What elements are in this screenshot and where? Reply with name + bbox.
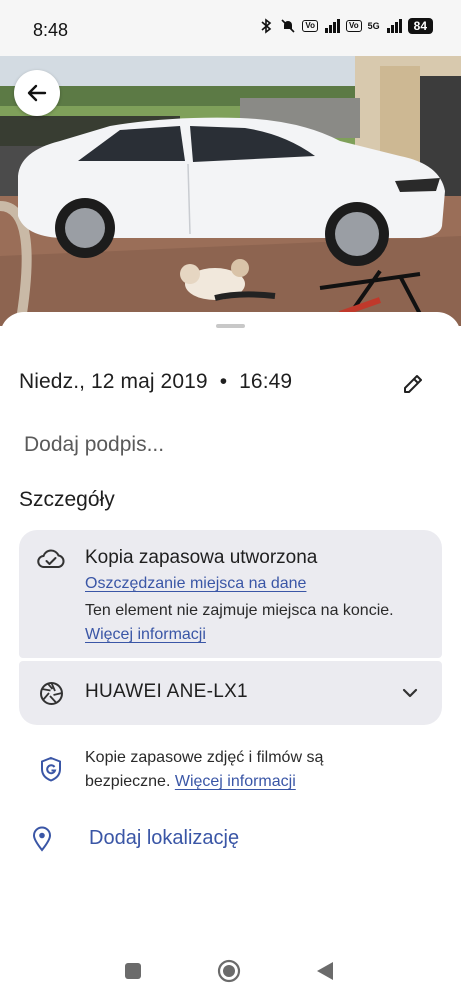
location-pin-icon (32, 826, 52, 852)
chevron-down-icon (402, 688, 418, 698)
date-time-label: Niedz., 12 maj 2019 • 16:49 (19, 370, 292, 393)
status-icons: Vo Vo 5G 84 (258, 18, 433, 34)
device-card[interactable]: HUAWEI ANE-LX1 (19, 661, 442, 725)
pencil-icon (404, 375, 422, 393)
system-nav-bar (0, 940, 461, 998)
photo-date: Niedz., 12 maj 2019 (19, 370, 208, 393)
car-photo (0, 56, 461, 326)
back-button[interactable] (14, 70, 60, 116)
system-back-button[interactable] (316, 961, 334, 981)
bluetooth-icon (258, 18, 274, 34)
backup-safe-info: Kopie zapasowe zdjęć i filmów są bezpiec… (40, 746, 440, 796)
caption-input[interactable]: Dodaj podpis... (24, 433, 164, 457)
signal-icon-2 (386, 18, 402, 34)
add-location-button[interactable]: Dodaj lokalizację (32, 824, 332, 854)
date-row: Niedz., 12 maj 2019 • 16:49 (19, 370, 439, 400)
status-time: 8:48 (33, 20, 69, 40)
battery-indicator: 84 (407, 18, 433, 34)
signal-icon (324, 18, 340, 34)
volte-icon: Vo (302, 20, 318, 32)
photo-time: 16:49 (239, 370, 293, 393)
add-location-label: Dodaj lokalizację (89, 827, 240, 849)
backup-status-title: Kopia zapasowa utworzona (85, 547, 318, 568)
drag-handle[interactable] (216, 324, 245, 328)
photo-preview[interactable] (0, 56, 461, 326)
arrow-left-icon (27, 84, 47, 102)
backup-description: Ten element nie zajmuje miejsca na konci… (85, 599, 415, 647)
details-sheet: Niedz., 12 maj 2019 • 16:49 Dodaj podpis..… (0, 312, 461, 998)
cloud-done-icon (37, 549, 65, 568)
backup-card: Kopia zapasowa utworzona Oszczędzanie mi… (19, 530, 442, 658)
safe-text: Kopie zapasowe zdjęć i filmów są bezpiec… (85, 746, 385, 794)
storage-saver-link[interactable]: Oszczędzanie miejsca na dane (85, 575, 306, 593)
google-shield-icon (41, 756, 61, 782)
backup-more-info-link[interactable]: Więcej informacji (85, 626, 206, 643)
home-button[interactable] (217, 959, 241, 983)
expand-device-button[interactable] (398, 681, 422, 705)
details-heading: Szczegóły (19, 488, 115, 511)
date-separator: • (219, 370, 228, 393)
volte-icon-2: Vo (345, 20, 362, 32)
camera-aperture-icon (40, 682, 63, 705)
safe-more-info-link[interactable]: Więcej informacji (175, 773, 296, 790)
backup-desc-text: Ten element nie zajmuje miejsca na konci… (85, 602, 394, 619)
device-name: HUAWEI ANE-LX1 (85, 681, 248, 702)
network-type: 5G (367, 21, 380, 31)
mute-bell-icon (280, 18, 296, 34)
edit-date-button[interactable] (399, 370, 427, 398)
recents-button[interactable] (125, 963, 141, 979)
status-bar: 8:48 Vo Vo 5G 84 (0, 0, 461, 56)
